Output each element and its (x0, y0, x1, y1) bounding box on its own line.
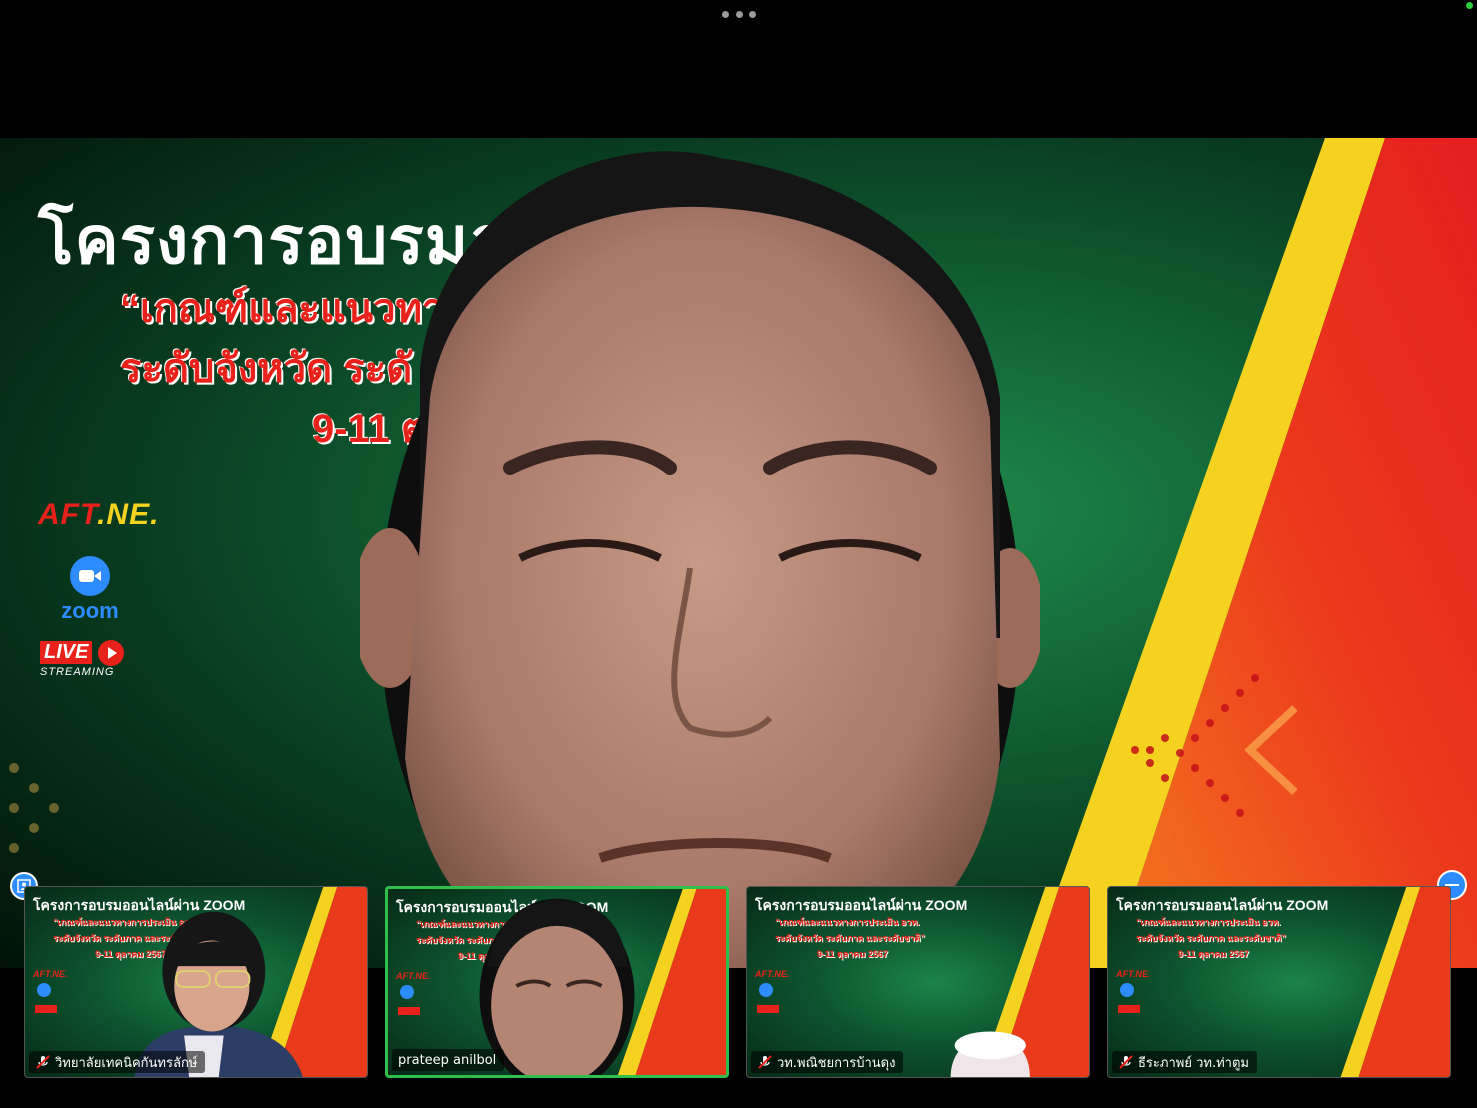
participant-name-tag: prateep anilbol (392, 1049, 505, 1071)
video-camera-icon (70, 556, 110, 596)
mic-muted-icon (36, 1055, 50, 1069)
participant-tile-active[interactable]: โครงการอบรมออนไลน์ผ่าน ZOOM “เกณฑ์และแนว… (385, 886, 729, 1078)
participant-name-tag: ธีระภาพย์ วท.ท่าตูม (1112, 1051, 1257, 1073)
play-icon (97, 640, 124, 666)
more-horizontal-icon (735, 10, 743, 18)
speaker-video-feed (360, 151, 1040, 968)
participant-tile[interactable]: โครงการอบรมออนไลน์ผ่าน ZOOM “เกณฑ์และแนว… (1107, 886, 1451, 1078)
participant-video-feed (479, 898, 635, 1075)
active-speaker-video[interactable]: โครงการอบรมออนไ “เกณฑ์และแนวทา ระดับจังห… (0, 138, 1477, 968)
zoom-logo (1120, 983, 1134, 997)
connection-status-indicator (1466, 2, 1473, 9)
zoom-logo: zoom (52, 556, 128, 624)
participant-name: prateep anilbol (398, 1052, 497, 1068)
more-horizontal-icon (722, 10, 729, 18)
mic-muted-icon (1119, 1055, 1133, 1069)
participant-name: ธีระภาพย์ วท.ท่าตูม (1138, 1055, 1249, 1071)
mic-muted-icon (758, 1055, 772, 1069)
participant-name-tag: วิทยาลัยเทคนิคกันทรลักษ์ (29, 1051, 206, 1073)
more-horizontal-icon (749, 10, 756, 18)
more-options-button[interactable] (722, 6, 756, 22)
participant-tile[interactable]: โครงการอบรมออนไลน์ผ่าน ZOOM “เกณฑ์และแนว… (746, 886, 1090, 1078)
live-streaming-logo (1118, 1005, 1140, 1013)
aft-ne-logo: AFT.NE. (38, 498, 160, 531)
participant-video-feed (134, 911, 303, 1077)
participant-tile[interactable]: โครงการอบรมออนไลน์ผ่าน ZOOM “เกณฑ์และแนว… (24, 886, 368, 1078)
live-streaming-logo: LIVE STREAMING (40, 640, 140, 678)
participant-name: วท.พณิชยการบ้านดุง (777, 1055, 896, 1071)
participant-name-tag: วท.พณิชยการบ้านดุง (751, 1051, 904, 1073)
participant-name: วิทยาลัยเทคนิคกันทรลักษ์ (55, 1055, 198, 1071)
participant-video-feed (950, 1031, 1030, 1077)
participant-filmstrip: โครงการอบรมออนไลน์ผ่าน ZOOM “เกณฑ์และแนว… (0, 882, 1477, 1082)
